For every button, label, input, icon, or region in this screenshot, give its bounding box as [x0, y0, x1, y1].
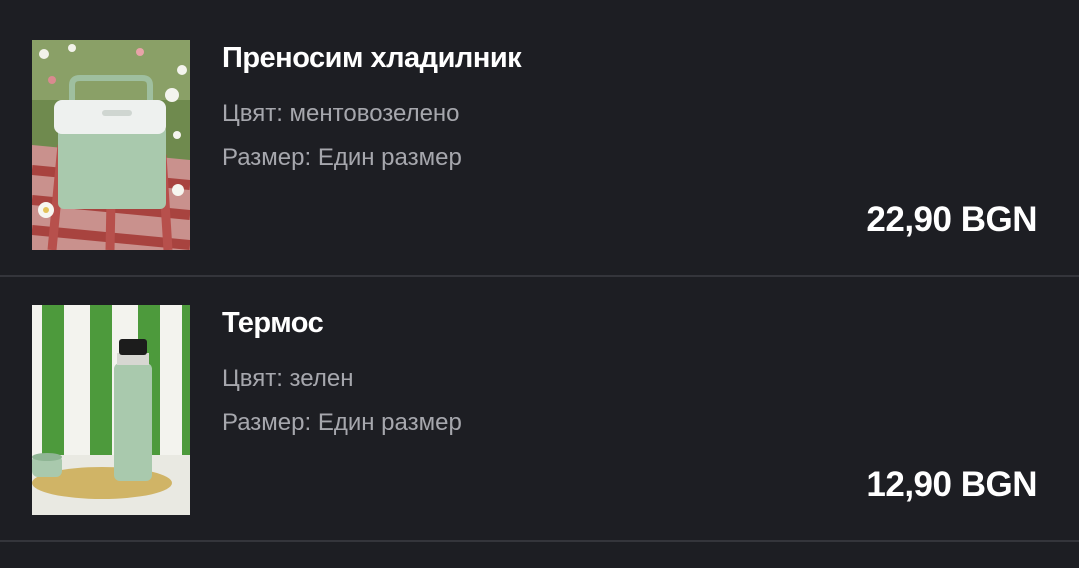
product-size: Размер: Един размер — [222, 409, 462, 436]
product-color: Цвят: зелен — [222, 365, 354, 392]
product-size: Размер: Един размер — [222, 144, 462, 171]
product-title[interactable]: Термос — [222, 307, 324, 340]
product-price: 22,90 BGN — [866, 200, 1037, 239]
cart-item-list: Преносим хладилник Цвят: ментовозелено Р… — [0, 0, 1079, 568]
cart-item[interactable]: Термос Цвят: зелен Размер: Един размер 1… — [0, 277, 1079, 542]
cooler-product-image[interactable] — [32, 40, 190, 250]
product-color: Цвят: ментовозелено — [222, 100, 460, 127]
thermos-product-image[interactable] — [32, 305, 190, 515]
cart-item[interactable]: Преносим хладилник Цвят: ментовозелено Р… — [0, 12, 1079, 277]
product-title[interactable]: Преносим хладилник — [222, 42, 522, 75]
product-price: 12,90 BGN — [866, 465, 1037, 504]
